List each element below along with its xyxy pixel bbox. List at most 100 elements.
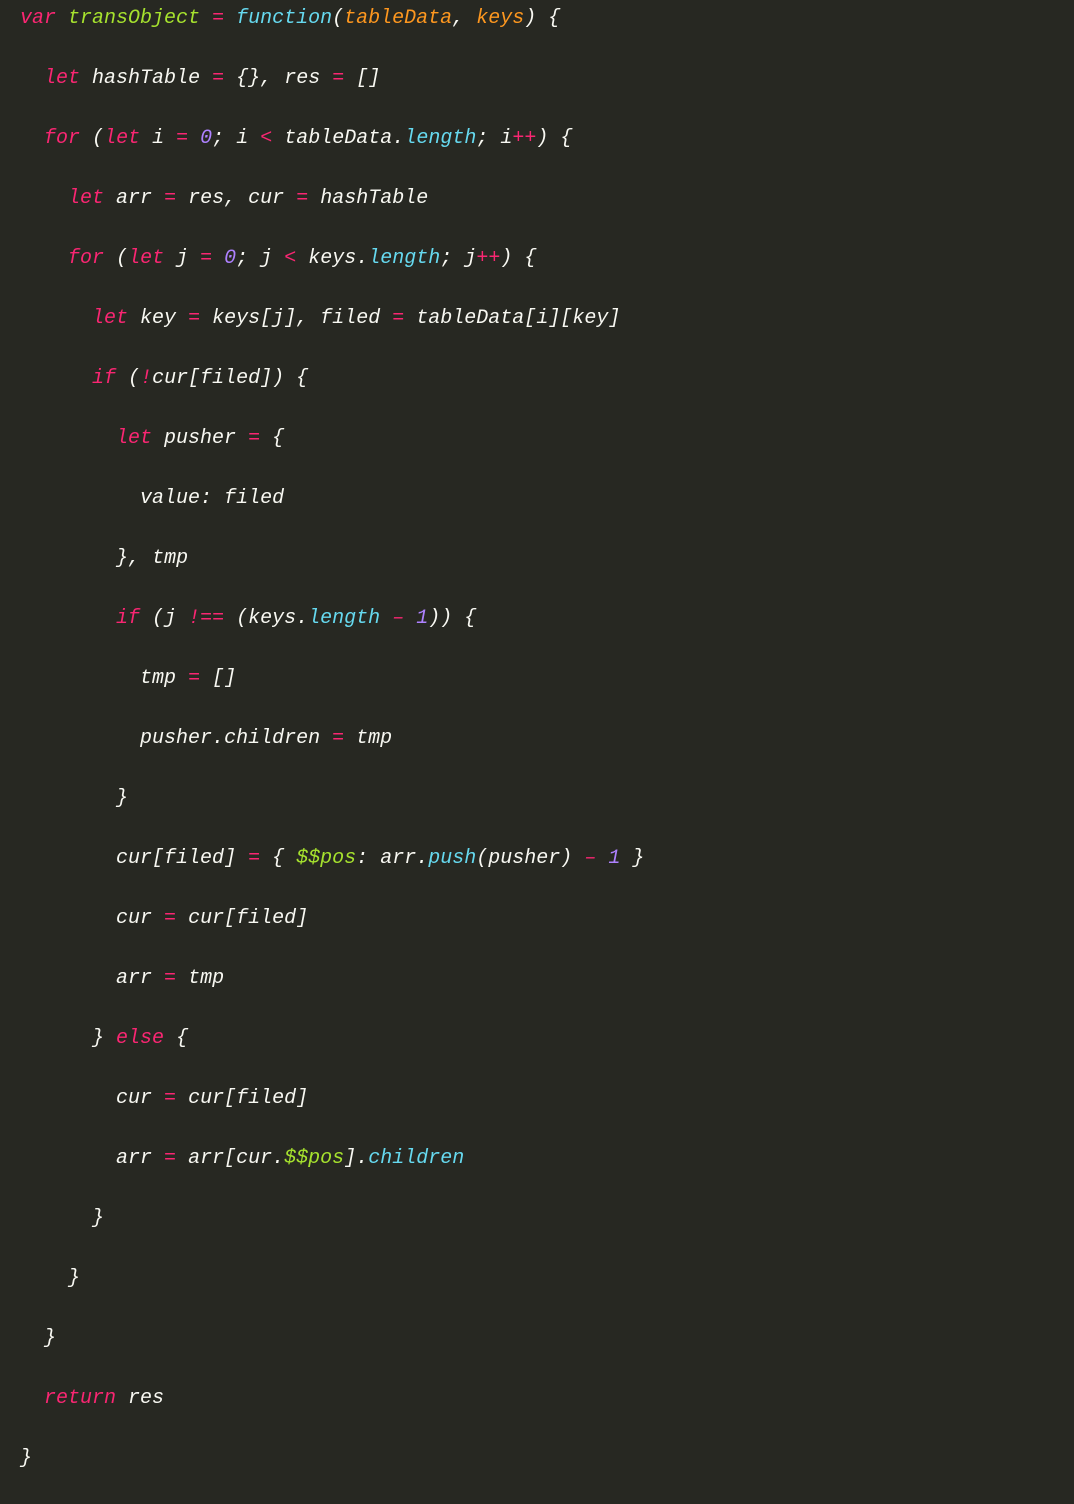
param-tableData: tableData <box>344 7 452 30</box>
ident-tmp: tmp <box>152 547 188 570</box>
rbrace: } <box>20 1447 32 1470</box>
indent <box>20 667 140 690</box>
code-line: return res <box>20 1384 1074 1414</box>
operator-eq: = <box>296 187 308 210</box>
operator-eq: = <box>164 187 176 210</box>
code-line: pusher.children = tmp <box>20 724 1074 754</box>
space <box>140 127 152 150</box>
space <box>224 127 236 150</box>
space <box>176 307 188 330</box>
rbrace: } <box>92 1207 104 1230</box>
space <box>272 67 284 90</box>
comma: , <box>452 7 464 30</box>
comma: , <box>296 307 308 330</box>
ident-res: res <box>188 187 224 210</box>
rbracket: ] <box>284 307 296 330</box>
ident-j: j <box>260 247 272 270</box>
lbrace: { <box>236 67 248 90</box>
ident-cur: cur <box>116 907 152 930</box>
code-line: let pusher = { <box>20 424 1074 454</box>
ident-keys: keys <box>248 607 296 630</box>
rbracket: ] <box>224 667 236 690</box>
code-line: } <box>20 1264 1074 1294</box>
ident-value: value <box>140 487 200 510</box>
ident-i: i <box>500 127 512 150</box>
semi: ; <box>236 247 248 270</box>
ident-res: res <box>284 67 320 90</box>
lbrace: { <box>464 607 476 630</box>
indent <box>20 847 116 870</box>
indent <box>20 727 140 750</box>
code-line: cur[filed] = { $$pos: arr.push(pusher) –… <box>20 844 1074 874</box>
space <box>188 247 200 270</box>
space <box>452 247 464 270</box>
space <box>224 607 236 630</box>
lbracket: [ <box>188 367 200 390</box>
code-line: var transObject = function(tableData, ke… <box>20 4 1074 34</box>
ident-j: j <box>176 247 188 270</box>
ident-arr: arr <box>380 847 416 870</box>
ident-j: j <box>272 307 284 330</box>
semi: ; <box>440 247 452 270</box>
space <box>236 187 248 210</box>
code-line: tmp = [] <box>20 664 1074 694</box>
space <box>284 847 296 870</box>
lbracket: [ <box>224 907 236 930</box>
space <box>176 1147 188 1170</box>
ident-filed: filed <box>320 307 380 330</box>
space <box>188 127 200 150</box>
dot: . <box>272 1147 284 1170</box>
operator-lt: < <box>260 127 272 150</box>
operator-eq: = <box>176 127 188 150</box>
lbracket: [ <box>260 307 272 330</box>
semi: ; <box>212 127 224 150</box>
operator-eq: = <box>188 307 200 330</box>
ident-filed: filed <box>224 487 284 510</box>
rparen: ) <box>560 847 572 870</box>
operator-bang: ! <box>140 367 152 390</box>
operator-eq: = <box>332 727 344 750</box>
ident-tmp: tmp <box>188 967 224 990</box>
indent <box>20 787 116 810</box>
rbracket: ] <box>260 367 272 390</box>
space <box>380 607 392 630</box>
space <box>104 1027 116 1050</box>
lbrace: { <box>560 127 572 150</box>
operator-neqq: !== <box>188 607 224 630</box>
keyword-else: else <box>116 1027 164 1050</box>
space <box>164 127 176 150</box>
indent <box>20 187 68 210</box>
colon: : <box>200 487 212 510</box>
rparen: ) <box>272 367 284 390</box>
space <box>548 127 560 150</box>
space <box>140 607 152 630</box>
ident-arr: arr <box>116 967 152 990</box>
prop-length: length <box>404 127 476 150</box>
operator-minus: – <box>392 607 404 630</box>
rbrace: } <box>44 1327 56 1350</box>
keyword-return: return <box>44 1387 116 1410</box>
number-1: 1 <box>416 607 428 630</box>
space <box>80 67 92 90</box>
dot: . <box>416 847 428 870</box>
ident-tableData: tableData <box>284 127 392 150</box>
space <box>308 187 320 210</box>
ident-pusher: pusher <box>488 847 560 870</box>
lparen: ( <box>92 127 104 150</box>
dot: . <box>296 607 308 630</box>
space <box>572 847 584 870</box>
code-line: cur = cur[filed] <box>20 904 1074 934</box>
code-line: } <box>20 784 1074 814</box>
code-line: if (!cur[filed]) { <box>20 364 1074 394</box>
keyword-var: var <box>20 7 56 30</box>
indent <box>20 1087 116 1110</box>
space <box>344 727 356 750</box>
ident-cur: cur <box>236 1147 272 1170</box>
ident-cur: cur <box>188 1087 224 1110</box>
code-line: } <box>20 1444 1074 1474</box>
ident-j: j <box>164 607 176 630</box>
operator-eq: = <box>248 427 260 450</box>
code-line: } <box>20 1204 1074 1234</box>
lbracket: [ <box>152 847 164 870</box>
keyword-let: let <box>116 427 152 450</box>
